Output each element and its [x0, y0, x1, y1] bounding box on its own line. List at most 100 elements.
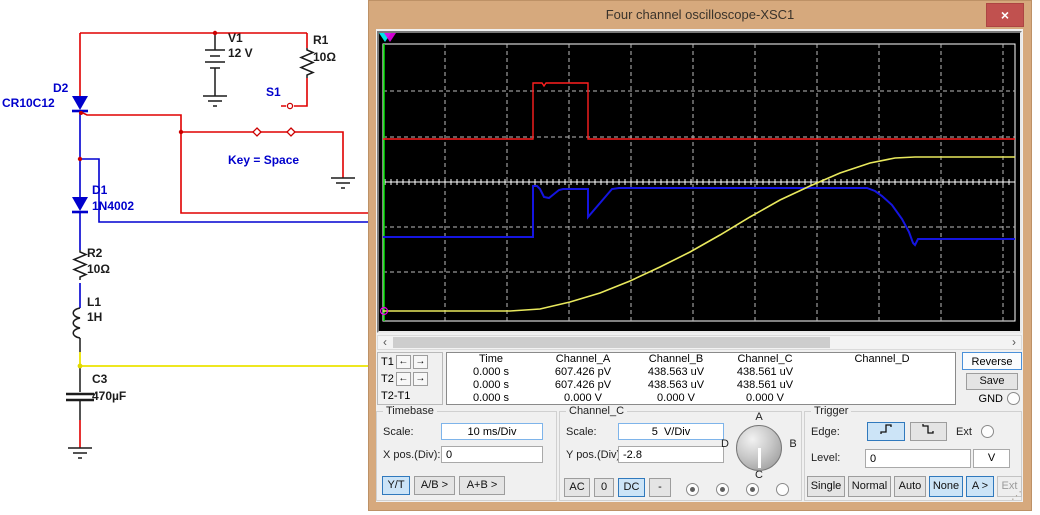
- ground-c3: [68, 447, 92, 459]
- channel-d-indicator-radio[interactable]: [776, 483, 789, 496]
- trigger-edge-label: Edge:: [811, 426, 840, 438]
- trigger-level-unit[interactable]: V: [973, 449, 1010, 468]
- channel-group: Channel_C Scale: Y pos.(Div): AC 0 DC - …: [559, 405, 802, 501]
- timebase-group: Timebase Scale: X pos.(Div): Y/T A/B > A…: [376, 405, 557, 501]
- yellow-wire: [79, 352, 380, 367]
- trigger-normal-button[interactable]: Normal: [848, 476, 891, 497]
- col-header-time: Time: [478, 353, 504, 365]
- channel-c-indicator-radio[interactable]: [746, 483, 759, 496]
- timebase-scale-input[interactable]: [441, 423, 543, 440]
- t2-channel-a: 607.426 pV: [554, 379, 612, 391]
- label-r1-ref: R1: [313, 33, 329, 47]
- t1-left-button[interactable]: ←: [395, 354, 411, 369]
- channel-title: Channel_C: [566, 405, 628, 417]
- t2-time: 0.000 s: [472, 379, 510, 391]
- resize-grip[interactable]: ⋰: [1011, 491, 1022, 502]
- screen: V1 12 V R1 10Ω D2 CR10C12 S1 Key = Space…: [0, 0, 1040, 515]
- titlebar[interactable]: Four channel oscilloscope-XSC1 ×: [369, 1, 1031, 28]
- channel-scale-input[interactable]: [618, 423, 724, 440]
- label-v1-value: 12 V: [228, 46, 253, 60]
- dt-channel-a: 0.000 V: [564, 392, 602, 404]
- trigger-level-input[interactable]: [865, 449, 971, 468]
- col-header-channel-a: Channel_A: [555, 353, 611, 365]
- minus-coupling-button[interactable]: -: [649, 478, 671, 497]
- label-s1-ref: S1: [266, 85, 281, 99]
- oscilloscope-window: Four channel oscilloscope-XSC1 × ‹ › T1 …: [368, 0, 1032, 511]
- ab-mode-button[interactable]: A/B >: [414, 476, 455, 495]
- ext-trigger-radio[interactable]: [981, 425, 994, 438]
- close-button[interactable]: ×: [986, 3, 1024, 27]
- component-d1[interactable]: [72, 197, 88, 214]
- channel-selector-knob[interactable]: [736, 425, 782, 471]
- trigger-auto-button[interactable]: Auto: [894, 476, 926, 497]
- scrollbar-thumb[interactable]: [393, 337, 830, 348]
- aplusb-mode-button[interactable]: A+B >: [459, 476, 505, 495]
- dc-coupling-button[interactable]: DC: [618, 478, 645, 497]
- t1-time: 0.000 s: [472, 366, 510, 378]
- trigger-none-button[interactable]: None: [929, 476, 963, 497]
- inductor-l1-symbol: [72, 307, 81, 339]
- t1-right-button[interactable]: →: [412, 354, 428, 369]
- save-button[interactable]: Save: [966, 373, 1018, 390]
- label-s1-key: Key = Space: [228, 153, 299, 167]
- t1-label: T1: [381, 355, 394, 368]
- timebase-scale-label: Scale:: [383, 426, 414, 438]
- t2-t1-label: T2-T1: [381, 389, 411, 402]
- falling-edge-icon: [922, 424, 934, 434]
- trigger-single-button[interactable]: Single: [807, 476, 845, 497]
- reverse-button[interactable]: Reverse: [962, 352, 1022, 370]
- readout-table: Time Channel_A Channel_B Channel_C Chann…: [446, 352, 956, 405]
- timebase-xpos-input[interactable]: [441, 446, 543, 463]
- trigger-a-button[interactable]: A >: [966, 476, 994, 497]
- rising-edge-icon: [879, 424, 892, 434]
- label-d2-value: CR10C12: [2, 96, 55, 110]
- t1-channel-b: 438.563 uV: [647, 366, 705, 378]
- circuit-schematic: V1 12 V R1 10Ω D2 CR10C12 S1 Key = Space…: [2, 30, 380, 459]
- t2-channel-c: 438.561 uV: [736, 379, 794, 391]
- t2-left-button[interactable]: ←: [395, 371, 411, 386]
- resistor-r2-symbol: [72, 250, 88, 280]
- rising-edge-button[interactable]: [867, 422, 905, 441]
- ext-trigger-label: Ext: [956, 426, 972, 438]
- t1-channel-c: 438.561 uV: [736, 366, 794, 378]
- label-d1-ref: D1: [92, 183, 108, 197]
- dt-channel-c: 0.000 V: [746, 392, 784, 404]
- controls-row: Timebase Scale: X pos.(Div): Y/T A/B > A…: [376, 405, 1023, 501]
- display-scrollbar[interactable]: ‹ ›: [377, 335, 1022, 350]
- knob-label-a: A: [755, 411, 763, 423]
- gnd-label: GND: [978, 392, 1003, 405]
- trace-channel_b: [383, 185, 1015, 247]
- resistor-r1-symbol: [299, 48, 315, 78]
- label-d1-value: 1N4002: [92, 199, 134, 213]
- oscilloscope-display: [377, 31, 1022, 333]
- gnd-radio[interactable]: [1007, 392, 1020, 405]
- scroll-right-icon[interactable]: ›: [1007, 336, 1021, 349]
- label-r2-value: 10Ω: [87, 262, 110, 276]
- falling-edge-button[interactable]: [910, 422, 947, 441]
- cursor-selector-panel: T1 ← → T2 ← → T2-T1: [377, 352, 443, 405]
- timebase-title: Timebase: [383, 405, 437, 417]
- dt-time: 0.000 s: [472, 392, 510, 404]
- knob-pointer: [758, 448, 761, 468]
- component-d2[interactable]: [72, 96, 88, 113]
- component-s1[interactable]: [252, 102, 296, 137]
- knob-label-d: D: [721, 438, 729, 450]
- knob-label-b: B: [789, 438, 797, 450]
- label-r2-ref: R2: [87, 246, 103, 260]
- label-r1-value: 10Ω: [313, 50, 336, 64]
- trigger-group: Trigger Edge: Ext Level: 0 V Single Norm…: [804, 405, 1022, 501]
- ac-coupling-button[interactable]: AC: [564, 478, 590, 497]
- readout-buttons: Reverse Save GND: [960, 351, 1022, 406]
- channel-a-indicator-radio[interactable]: [686, 483, 699, 496]
- scroll-left-icon[interactable]: ‹: [378, 336, 392, 349]
- cursor-readout-panel: T1 ← → T2 ← → T2-T1 Time Channel_A Chann…: [377, 351, 1022, 406]
- red-wires: [79, 32, 380, 448]
- zero-coupling-button[interactable]: 0: [594, 478, 614, 497]
- channel-ypos-input[interactable]: [618, 446, 724, 463]
- t2-channel-d: [809, 379, 955, 392]
- t2-right-button[interactable]: →: [412, 371, 428, 386]
- channel-b-indicator-radio[interactable]: [716, 483, 729, 496]
- yt-mode-button[interactable]: Y/T: [382, 476, 410, 495]
- t2-label: T2: [381, 372, 394, 385]
- trigger-title: Trigger: [811, 405, 852, 417]
